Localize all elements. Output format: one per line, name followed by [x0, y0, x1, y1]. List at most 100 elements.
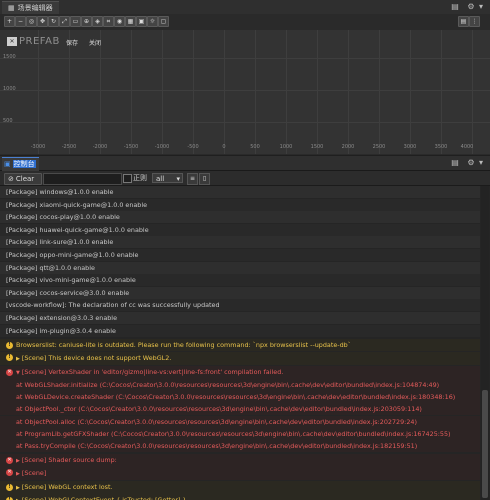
layout-icon[interactable]: ▤ — [450, 2, 460, 12]
chevron-down-icon[interactable]: ▾ — [476, 158, 486, 168]
scrollbar-thumb[interactable] — [482, 390, 488, 498]
log-text: at WebGLDevice.createShader (C:\Cocos\Cr… — [16, 393, 456, 402]
scene-editor-titlebar — [0, 0, 490, 15]
grid-line — [0, 58, 490, 59]
view-2d-icon[interactable]: ▣ — [136, 16, 147, 27]
zoom-in-icon[interactable]: + — [4, 16, 15, 27]
x-axis-tick-label: -500 — [187, 144, 199, 150]
log-text: [Package] qtt@1.0.0 enable — [6, 263, 95, 272]
collapsed-arrow-icon[interactable]: ▶ — [16, 485, 20, 491]
anchor-tool-icon[interactable]: ⊕ — [81, 16, 92, 27]
settings-gear-icon[interactable]: ⚙ — [466, 158, 476, 168]
x-axis-tick-label: 3000 — [403, 144, 417, 150]
stack-trace-line[interactable]: at WebGLShader.initialize (C:\Cocos\Crea… — [0, 379, 480, 391]
log-text: Browserslist: caniuse-lite is outdated. … — [16, 341, 351, 350]
prefab-close-button[interactable]: 关闭 — [89, 38, 101, 47]
tab-scene-editor[interactable]: ▦ 场景编辑器 — [2, 1, 59, 15]
log-text: [Package] link-sure@1.0.0 enable — [6, 238, 114, 247]
stack-trace-line[interactable]: at ProgramLib.getGFXShader (C:\Cocos\Cre… — [0, 427, 480, 440]
log-entry[interactable]: ! ▶ [Scene] This device does not support W… — [0, 351, 480, 365]
filter-input[interactable] — [43, 173, 122, 185]
settings-gear-icon[interactable]: ⚙ — [466, 2, 476, 12]
log-entry[interactable]: ✕ ▶ [Scene] — [0, 466, 480, 480]
log-text: [Package] im-plugin@3.0.4 enable — [6, 326, 116, 335]
log-entry[interactable]: [Package] windows@1.0.0 enable — [0, 186, 480, 198]
camera-icon[interactable]: ▢ — [158, 16, 169, 27]
x-axis-tick-label: 1000 — [279, 144, 293, 150]
log-text: [Package] oppo-mini-game@1.0.0 enable — [6, 251, 139, 259]
log-entry[interactable]: [Package] vivo-mini-game@1.0.0 enable — [0, 274, 480, 287]
collapse-icon[interactable]: ≡ — [187, 173, 198, 185]
y-axis-tick-label: 1000 — [3, 86, 16, 92]
grid-line — [472, 30, 473, 154]
log-level-select[interactable]: all ▾ — [152, 173, 183, 183]
log-entry[interactable]: [Package] oppo-mini-game@1.0.0 enable — [0, 249, 480, 261]
log-text: at Pass.tryCompile (C:\Cocos\Creator\3.0… — [16, 442, 418, 450]
stack-trace-line[interactable]: at WebGLDevice.createShader (C:\Cocos\Cr… — [0, 391, 480, 404]
x-axis-tick-label: -1500 — [123, 144, 139, 150]
prefab-close-icon[interactable]: ✕ — [7, 37, 17, 46]
snap-icon[interactable]: ⌗ — [103, 16, 114, 27]
collapsed-arrow-icon[interactable]: ▶ — [16, 356, 20, 362]
log-level-value: all — [156, 175, 165, 183]
regex-checkbox[interactable] — [123, 174, 132, 183]
more-icon[interactable]: ⋮ — [469, 16, 480, 27]
layout-icon[interactable]: ▤ — [450, 158, 460, 168]
regex-label: 正则 — [133, 174, 147, 182]
expanded-arrow-icon[interactable]: ▼ — [16, 370, 20, 376]
error-icon: ✕ — [6, 456, 13, 464]
scene-icon: ▦ — [8, 4, 15, 12]
log-entry[interactable]: ! ▶ [Scene] WebGL context lost. — [0, 481, 480, 495]
tab-console[interactable]: ▣ 控制台 — [2, 157, 39, 171]
move-tool-icon[interactable]: ✥ — [37, 16, 48, 27]
stack-trace-line[interactable]: at ObjectPool.alloc (C:\Cocos\Creator\3.… — [0, 415, 480, 428]
chevron-down-icon[interactable]: ▾ — [476, 2, 486, 12]
log-entry[interactable]: !▶[Scene] WebGLContextEvent { isTrusted:… — [0, 494, 480, 500]
log-entry[interactable]: ✕ ▼ [Scene] VertexShader in 'editor/gizmo|… — [0, 366, 480, 380]
scene-viewport[interactable]: 1500 1000 500 -3000 -2500 -2000 -1500 -1… — [0, 30, 490, 154]
align-icon[interactable]: ▤ — [458, 16, 469, 27]
log-entry[interactable]: [Package] link-sure@1.0.0 enable — [0, 236, 480, 249]
log-text: at ObjectPool.alloc (C:\Cocos\Creator\3.… — [16, 417, 417, 426]
collapsed-arrow-icon[interactable]: ▶ — [16, 471, 20, 477]
zoom-fit-icon[interactable]: ◎ — [26, 16, 37, 27]
x-axis-tick-label: -2000 — [92, 144, 108, 150]
log-entry[interactable]: [Package] xiaomi-quick-game@1.0.0 enable — [0, 198, 480, 211]
lighting-icon[interactable]: ☼ — [147, 16, 158, 27]
grid-icon[interactable]: ▦ — [125, 16, 136, 27]
console-titlebar — [0, 156, 490, 171]
rect-tool-icon[interactable]: ▭ — [70, 16, 81, 27]
log-entry[interactable]: [Package] extension@3.0.3 enable — [0, 312, 480, 324]
log-entry[interactable]: ! Browserslist: caniuse-lite is outdated.… — [0, 339, 480, 352]
log-text: [Package] cocos-service@3.0.0 enable — [6, 288, 130, 297]
scale-tool-icon[interactable]: ⤢ — [59, 16, 70, 27]
log-text: [Scene] WebGLContextEvent { isTrusted: [… — [21, 496, 187, 500]
log-entry[interactable]: [Package] im-plugin@3.0.4 enable — [0, 324, 480, 337]
log-entry[interactable]: [Package] qtt@1.0.0 enable — [0, 261, 480, 274]
log-entry[interactable]: [Package] huawei-quick-game@1.0.0 enable — [0, 223, 480, 236]
console-log-list[interactable]: [Package] windows@1.0.0 enable [Package] … — [0, 186, 490, 500]
log-entry[interactable]: [vscode-workflow]: The declaration of cc… — [0, 299, 480, 312]
error-icon: ✕ — [6, 469, 13, 477]
pivot-icon[interactable]: ◉ — [114, 16, 125, 27]
prefab-save-button[interactable]: 保存 — [66, 38, 78, 47]
clear-button[interactable]: ⊘ Clear — [4, 173, 42, 185]
stack-trace-line[interactable]: at Pass.tryCompile (C:\Cocos\Creator\3.0… — [0, 440, 480, 452]
stack-trace-line[interactable]: at ObjectPool._ctor (C:\Cocos\Creator\3.… — [0, 403, 480, 416]
x-axis-tick-label: -3000 — [30, 144, 46, 150]
tab-label: 场景编辑器 — [17, 4, 53, 12]
log-entry[interactable]: [Package] cocos-play@1.0.0 enable — [0, 211, 480, 224]
rotate-tool-icon[interactable]: ↻ — [48, 16, 59, 27]
log-text: [Package] extension@3.0.3 enable — [6, 314, 118, 322]
open-log-file-icon[interactable]: ▯ — [199, 173, 210, 185]
log-entry[interactable]: [Package] cocos-service@3.0.0 enable — [0, 286, 480, 299]
collapsed-arrow-icon[interactable]: ▶ — [16, 458, 20, 464]
x-axis-tick-label: -1000 — [154, 144, 170, 150]
log-text: [Scene] This device does not support Web… — [21, 353, 172, 362]
x-axis-tick-label: 4000 — [460, 144, 474, 150]
log-entry[interactable]: ✕ ▶ [Scene] Shader source dump: — [0, 454, 480, 468]
y-axis-tick-label: 500 — [3, 118, 13, 124]
zoom-out-icon[interactable]: − — [15, 16, 26, 27]
warning-icon: ! — [6, 496, 13, 500]
local-global-icon[interactable]: ◈ — [92, 16, 103, 27]
